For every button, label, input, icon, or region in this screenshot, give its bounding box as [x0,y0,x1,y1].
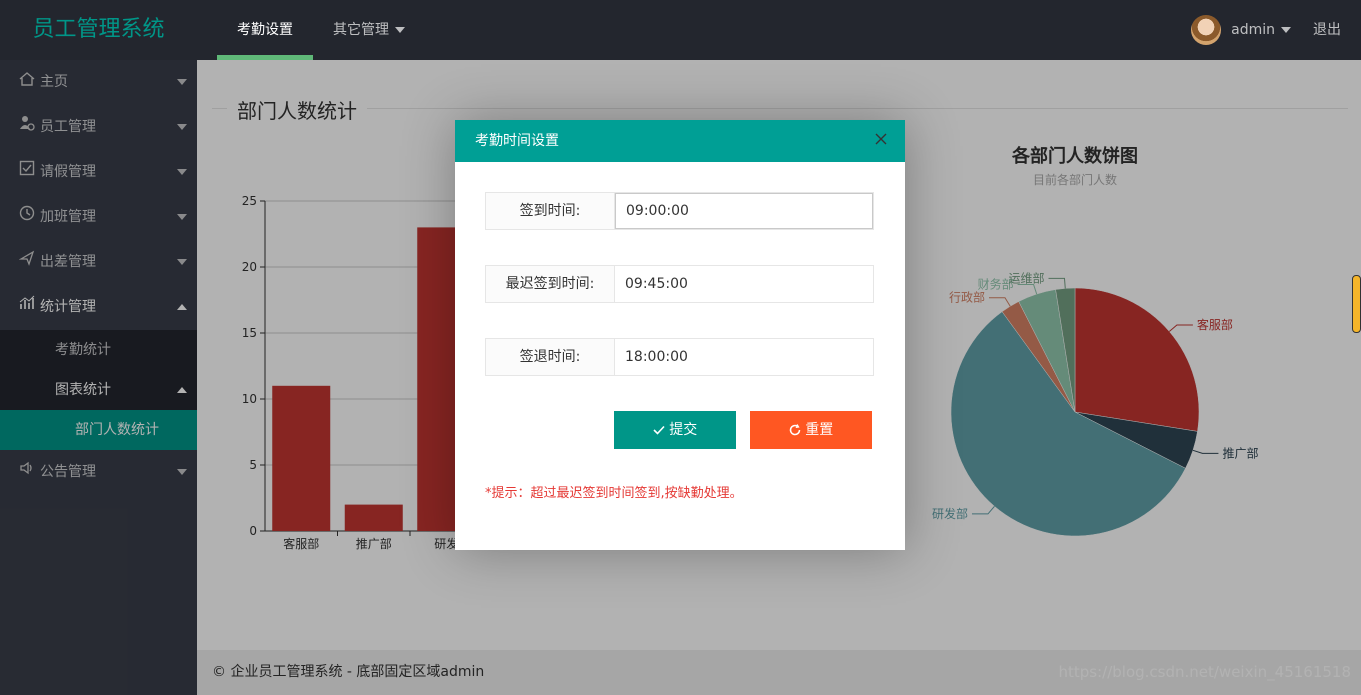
user-area: admin 退出 [1191,0,1341,60]
scrollbar-thumb[interactable] [1352,275,1361,333]
nav-other-management[interactable]: 其它管理 [313,0,425,60]
checkout-time-row: 签退时间: [485,338,874,376]
attendance-time-dialog: 考勤时间设置 签到时间: 最迟签到时间: 签退时间: 提交 重置 *提示：超过最… [455,120,905,550]
submit-button[interactable]: 提交 [614,411,736,449]
latest-checkin-input[interactable] [615,266,873,302]
nav-label: 考勤设置 [237,22,293,38]
chevron-down-icon [395,27,405,33]
nav-label: 其它管理 [333,22,389,38]
chevron-down-icon [1281,27,1291,33]
dialog-title: 考勤时间设置 [455,120,905,162]
refresh-icon [789,422,805,438]
reset-button[interactable]: 重置 [750,411,872,449]
user-menu[interactable]: admin [1231,0,1291,60]
checkin-time-row: 签到时间: [485,192,874,230]
top-header: 员工管理系统 考勤设置 其它管理 admin 退出 [0,0,1361,60]
nav-attendance-settings[interactable]: 考勤设置 [217,0,313,60]
logout-link[interactable]: 退出 [1313,22,1341,38]
dialog-tip: *提示：超过最迟签到时间签到,按缺勤处理。 [485,486,743,501]
latest-checkin-label: 最迟签到时间: [486,266,615,302]
checkout-time-input[interactable] [615,339,873,375]
checkin-time-label: 签到时间: [486,193,615,229]
submit-label: 提交 [669,422,698,438]
check-icon [653,422,669,438]
reset-label: 重置 [805,422,834,438]
app-logo[interactable]: 员工管理系统 [0,0,197,60]
close-icon[interactable] [873,131,889,147]
checkout-time-label: 签退时间: [486,339,615,375]
checkin-time-input[interactable] [615,193,873,229]
avatar[interactable] [1191,15,1222,45]
top-nav: 考勤设置 其它管理 [217,0,425,60]
latest-checkin-row: 最迟签到时间: [485,265,874,303]
user-name: admin [1231,22,1275,38]
